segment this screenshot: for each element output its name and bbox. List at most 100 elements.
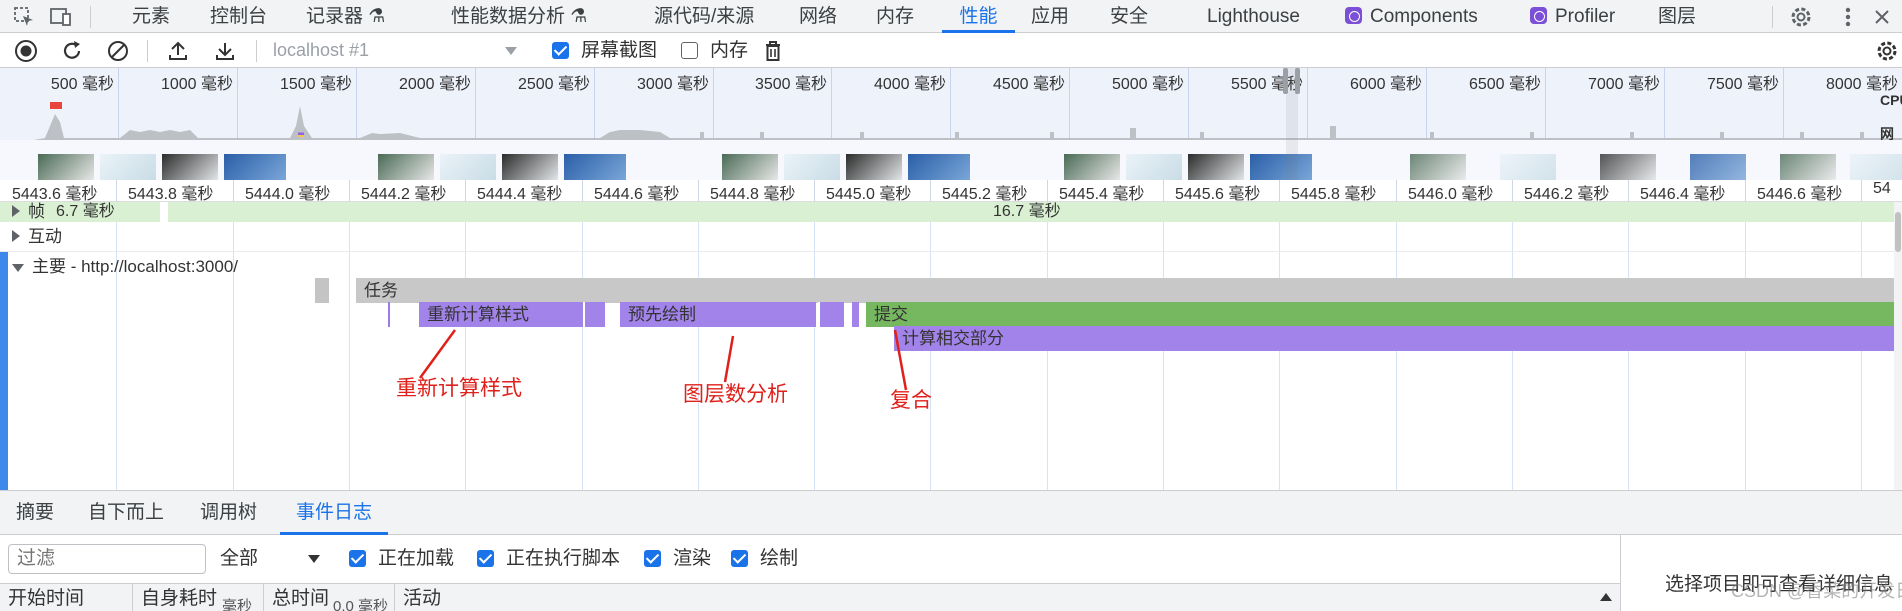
screenshot-thumbnail[interactable]: [1250, 154, 1312, 180]
clear-button[interactable]: [104, 33, 132, 68]
capture-settings-gear-icon[interactable]: [1873, 33, 1901, 68]
duration-filter-select[interactable]: 全部: [220, 544, 326, 574]
screenshot-thumbnail[interactable]: [1064, 154, 1120, 180]
load-profile-button[interactable]: [164, 33, 192, 68]
screenshot-thumbnail[interactable]: [1500, 154, 1556, 180]
screenshot-thumbnail[interactable]: [564, 154, 626, 180]
scrollbar-thumb[interactable]: [1895, 212, 1901, 252]
ruler-tick: [930, 180, 931, 202]
flamechart-tracks[interactable]: 帧 6.7 毫秒 16.7 毫秒 互动 主要 - http://localhos…: [0, 202, 1902, 490]
screenshot-thumbnail[interactable]: [224, 154, 286, 180]
ruler-label: 5443.8 毫秒: [128, 186, 214, 203]
memory-checkbox[interactable]: [681, 42, 698, 59]
column-total-time[interactable]: 总时间: [272, 584, 329, 611]
screenshot-thumbnail[interactable]: [1850, 154, 1902, 180]
rendering-checkbox[interactable]: [644, 550, 661, 567]
collect-garbage-trash-icon[interactable]: [759, 33, 787, 68]
ruler-tick: [1047, 180, 1048, 202]
tab-performance[interactable]: 性能: [942, 0, 1015, 33]
tab-event-log[interactable]: 事件日志: [280, 491, 388, 535]
screenshot-thumbnail[interactable]: [1690, 154, 1746, 180]
scripting-checkbox[interactable]: [477, 550, 494, 567]
screenshot-thumbnail[interactable]: [1410, 154, 1466, 180]
loading-label: 正在加载: [378, 548, 455, 569]
ruler-label: 5444.2 毫秒: [361, 186, 447, 203]
annotation-recalculate-style: 重新计算样式: [396, 377, 522, 400]
column-divider: [263, 584, 264, 611]
column-total-time-unit: 0.0 毫秒: [333, 598, 389, 611]
tab-performance-insights[interactable]: 性能数据分析 ⚗: [451, 0, 587, 33]
record-button[interactable]: [12, 33, 40, 68]
tab-sources[interactable]: 源代码/来源: [654, 0, 754, 33]
screenshot-thumbnail[interactable]: [1188, 154, 1244, 180]
memory-label: 内存: [710, 40, 749, 61]
scroll-up-arrow-icon[interactable]: [1600, 593, 1612, 601]
tab-bottom-up[interactable]: 自下而上: [88, 491, 164, 535]
event-log-filter-bar: 全部 正在加载 正在执行脚本 渲染 绘制: [0, 535, 1620, 583]
ruler-label: 5446.4 毫秒: [1640, 186, 1726, 203]
filter-input[interactable]: [8, 544, 206, 574]
tab-memory[interactable]: 内存: [876, 0, 914, 33]
column-start-time[interactable]: 开始时间: [8, 584, 84, 611]
tab-application[interactable]: 应用: [1031, 0, 1069, 33]
tab-summary[interactable]: 摘要: [16, 491, 54, 535]
flamechart-scrollbar[interactable]: [1894, 202, 1902, 490]
screenshot-thumbnail[interactable]: [502, 154, 558, 180]
inspect-element-icon[interactable]: [10, 0, 38, 33]
screenshots-checkbox[interactable]: [552, 42, 569, 59]
screenshots-strip: [0, 140, 1902, 180]
screenshot-thumbnail[interactable]: [722, 154, 778, 180]
column-self-time[interactable]: 自身耗时: [141, 584, 217, 611]
ruler-label: 5445.4 毫秒: [1059, 186, 1145, 203]
tab-components-label: Components: [1370, 6, 1478, 27]
tab-recorder-label: 记录器: [306, 6, 364, 27]
settings-gear-icon[interactable]: [1787, 0, 1815, 33]
ruler-tick: [116, 180, 117, 202]
more-options-icon[interactable]: [1834, 0, 1862, 33]
cpu-track-label: CPU: [1880, 92, 1902, 108]
tab-recorder[interactable]: 记录器 ⚗: [306, 0, 385, 33]
column-activity[interactable]: 活动: [403, 584, 441, 611]
details-side-panel: 选择项目即可查看详细信息 CSDN @香菜的开发日记: [1620, 535, 1902, 611]
screenshot-thumbnail[interactable]: [162, 154, 218, 180]
screenshot-thumbnail[interactable]: [378, 154, 434, 180]
ruler-label: 5445.0 毫秒: [826, 186, 912, 203]
screenshot-thumbnail[interactable]: [908, 154, 970, 180]
save-profile-button[interactable]: [211, 33, 239, 68]
screenshot-thumbnail[interactable]: [846, 154, 902, 180]
tab-network[interactable]: 网络: [799, 0, 837, 33]
loading-checkbox[interactable]: [349, 550, 366, 567]
ruler-label: 5444.4 毫秒: [477, 186, 563, 203]
tab-profiler[interactable]: Profiler: [1530, 0, 1615, 33]
screenshot-thumbnail[interactable]: [784, 154, 840, 180]
toolbar-separator: [147, 40, 148, 62]
tab-security[interactable]: 安全: [1110, 0, 1148, 33]
screenshots-label: 屏幕截图: [581, 40, 658, 61]
profile-select-dropdown[interactable]: localhost #1: [273, 33, 525, 68]
devtools-tab-bar: 元素 控制台 记录器 ⚗ 性能数据分析 ⚗ 源代码/来源 网络 内存 性能 应用…: [0, 0, 1902, 33]
tab-console[interactable]: 控制台: [210, 0, 267, 33]
ruler-label: 5446.0 毫秒: [1408, 186, 1494, 203]
ruler-tick: [1628, 180, 1629, 202]
painting-checkbox[interactable]: [731, 550, 748, 567]
annotation-lines: [418, 329, 908, 391]
tab-elements[interactable]: 元素: [132, 0, 170, 33]
tab-lighthouse[interactable]: Lighthouse: [1207, 0, 1300, 33]
timeline-overview[interactable]: 500 毫秒 1000 毫秒 1500 毫秒 2000 毫秒 2500 毫秒 3000 毫…: [0, 68, 1902, 180]
tab-call-tree[interactable]: 调用树: [200, 491, 257, 535]
screenshot-thumbnail[interactable]: [1600, 154, 1656, 180]
tab-components[interactable]: Components: [1345, 0, 1478, 33]
screenshot-thumbnail[interactable]: [440, 154, 496, 180]
tab-layers[interactable]: 图层: [1658, 0, 1696, 33]
selection-right-handle[interactable]: [1295, 68, 1300, 94]
reload-record-button[interactable]: [58, 33, 86, 68]
rendering-label: 渲染: [673, 548, 712, 569]
screenshot-thumbnail[interactable]: [100, 154, 156, 180]
selection-left-handle[interactable]: [1283, 68, 1288, 94]
screenshot-thumbnail[interactable]: [1780, 154, 1836, 180]
screenshot-thumbnail[interactable]: [38, 154, 94, 180]
device-toolbar-icon[interactable]: [47, 0, 75, 33]
ruler-tick: [1163, 180, 1164, 202]
close-devtools-icon[interactable]: [1868, 0, 1896, 33]
screenshot-thumbnail[interactable]: [1126, 154, 1182, 180]
